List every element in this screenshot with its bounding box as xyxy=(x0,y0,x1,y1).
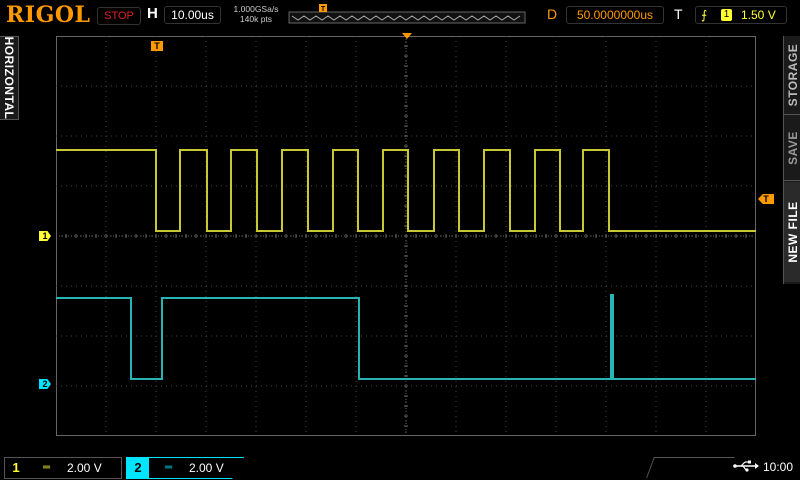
memory-depth: 140k pts xyxy=(239,14,273,24)
system-clock: 10:00 xyxy=(763,460,794,474)
status-area-divider xyxy=(646,457,735,478)
delay-label: D xyxy=(547,6,558,22)
usb-icon xyxy=(733,460,759,472)
dc-coupling-icon: ═ xyxy=(43,462,51,473)
acquisition-info: 1.000GSa/s 140k pts xyxy=(226,4,286,24)
menu-item-storage-label: STORAGE xyxy=(785,43,800,107)
horizontal-menu-tab[interactable]: HORIZONTAL xyxy=(0,36,19,120)
horizontal-delay-value[interactable]: 50.0000000us xyxy=(566,6,664,24)
sample-rate: 1.000GSa/s xyxy=(233,4,279,14)
channel-1-ground-marker: 1 xyxy=(39,231,51,241)
dc-coupling-icon: ═ xyxy=(165,462,173,473)
channel-1-scale: 2.00 V xyxy=(67,461,102,475)
horizontal-tab-label: HORIZONTAL xyxy=(2,36,16,120)
svg-text:T: T xyxy=(321,6,326,13)
trigger-level-marker-icon: T xyxy=(758,194,774,204)
channel-1-number: 1 xyxy=(12,460,20,475)
menu-item-new-file[interactable]: NEW FILE xyxy=(784,182,800,282)
channel-status-bar: 1 ═ 2.00 V 2 ═ 2.00 V xyxy=(0,455,800,480)
memory-position-bar[interactable]: T xyxy=(288,4,526,24)
trigger-label: T xyxy=(674,6,683,22)
horizontal-label: H xyxy=(147,5,158,22)
trigger-settings[interactable]: ⨍ 1 1.50 V xyxy=(695,6,787,24)
menu-item-save[interactable]: SAVE xyxy=(784,116,800,181)
waveform-display[interactable] xyxy=(56,36,756,436)
menu-item-save-label: SAVE xyxy=(785,131,800,165)
rising-edge-icon: ⨍ xyxy=(701,8,708,22)
menu-item-new-file-label: NEW FILE xyxy=(785,201,800,263)
center-position-marker-icon xyxy=(402,33,412,39)
channel-1-settings[interactable]: 1 ═ 2.00 V xyxy=(4,457,122,479)
trigger-position-marker-icon: T xyxy=(151,41,163,51)
timebase-value[interactable]: 10.00us xyxy=(164,6,221,24)
brand-logo: RIGOL xyxy=(6,2,91,28)
channel-2-number: 2 xyxy=(127,458,149,478)
menu-item-storage[interactable]: STORAGE xyxy=(784,36,800,115)
channel-2-ground-marker: 2 xyxy=(39,379,51,389)
channel-2-settings[interactable]: 2 ═ 2.00 V xyxy=(126,457,244,479)
channel-2-scale: 2.00 V xyxy=(189,461,224,475)
trigger-level-value: 1.50 V xyxy=(741,8,776,22)
top-status-bar: RIGOL STOP H 10.00us 1.000GSa/s 140k pts… xyxy=(0,0,800,30)
trigger-source: 1 xyxy=(721,9,732,21)
run-stop-status[interactable]: STOP xyxy=(97,7,141,25)
storage-side-menu: STORAGE SAVE NEW FILE xyxy=(783,36,800,284)
